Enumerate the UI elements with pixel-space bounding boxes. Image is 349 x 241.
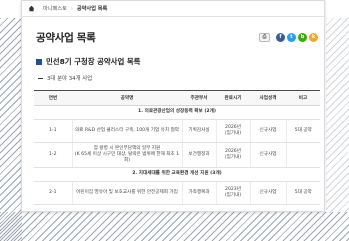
cell-dept: 기획감사실 [181, 119, 216, 143]
content-card: 마니페스토 › 공약사업 목록 공약사업 목록 ⎙ f t b k 민선8기 구… [21, 0, 325, 212]
background-hatch-right [326, 18, 349, 213]
cell-name: 암 왕병 시 본인부담액의 일부 지원 (K 65세 이상 시구민 대상, 탈락은… [71, 142, 182, 168]
category-label: 1. 의료관광산업의 성장동력 확보 (2개) [34, 105, 320, 120]
cell-dept: 가족행복과 [181, 181, 216, 205]
table-category-row: 1. 의료관광산업의 성장동력 확보 (2개) [34, 105, 320, 120]
cell-note: 5대 공약 [285, 181, 320, 205]
section-title-text: 민선8기 구청장 공약사업 목록 [46, 57, 141, 66]
twitter-icon[interactable]: t [287, 32, 296, 42]
header-num: 연번 [34, 90, 72, 106]
category-label: 2. 지대세대를 위한 교육환경 개선 지원 (3개) [34, 167, 320, 182]
cell-num: 1-1 [34, 119, 72, 143]
table-category-row: 2. 지대세대를 위한 교육환경 개선 지원 (3개) [34, 167, 320, 182]
cell-name-line2: (K 65세 이상 시구민 대상, 탈락은 범위에 한해 최초 1회) [74, 151, 180, 164]
background-hatch-left [0, 18, 22, 241]
print-icon[interactable]: ⎙ [259, 32, 270, 42]
cell-done-year: 2023년 [225, 186, 241, 192]
cell-note: 5대 공약 [285, 119, 320, 143]
kakao-icon[interactable]: k [309, 32, 318, 42]
header-type: 사업성격 [250, 90, 286, 106]
cell-done: 2023년 (임기내) [215, 181, 250, 205]
cell-name-line1: 암 왕병 시 본인부담액의 일부 지원 [93, 145, 161, 151]
cell-name: 의료 R&D 산업 클러스터 구축, 100개 기업 유치 협약 [71, 119, 182, 143]
pledge-table: 연번 공약명 주관부서 완료시기 사업성격 비고 1. 의료관광산업의 성장동력… [34, 90, 320, 205]
cell-done-term: (임기내) [224, 193, 242, 198]
cell-done-term: (임기내) [224, 131, 242, 136]
home-icon[interactable] [25, 3, 37, 15]
breadcrumb-item-manifesto[interactable]: 마니페스토 [43, 5, 67, 12]
cell-done: 2026년 (임기내) [215, 119, 250, 143]
sub-title: 3대 분야 34개 사업 [38, 74, 92, 82]
cell-type: 신규사업 [249, 181, 286, 205]
cell-done-term: (임기내) [224, 155, 242, 160]
cell-name: 어린이집 영유아 및 보호교사를 위한 안전공제회 가입 [71, 181, 182, 205]
header-note: 비고 [286, 90, 320, 106]
background-hatch-bottom [0, 212, 349, 241]
cell-num: 1-2 [34, 142, 72, 168]
cell-done-year: 2026년 [225, 148, 241, 154]
cell-dept: 보건행정과 [181, 142, 216, 168]
header-name: 공약명 [72, 90, 182, 106]
blog-icon[interactable]: b [298, 32, 307, 42]
cell-num: 2-1 [34, 181, 72, 205]
breadcrumb: 마니페스토 › 공약사업 목록 [22, 1, 324, 17]
table-row: 1-2 암 왕병 시 본인부담액의 일부 지원 (K 65세 이상 시구민 대상,… [34, 142, 320, 168]
cell-done-year: 2026년 [225, 124, 241, 130]
cell-type: 신규사업 [249, 142, 286, 168]
cell-note [285, 142, 320, 168]
table-header-row: 연번 공약명 주관부서 완료시기 사업성격 비고 [34, 90, 320, 106]
header-done: 완료시기 [216, 90, 250, 106]
facebook-icon[interactable]: f [276, 32, 285, 42]
table-row: 1-1 의료 R&D 산업 클러스터 구축, 100개 기업 유치 협약 기획감… [34, 119, 320, 143]
header-dept: 주관부서 [182, 90, 216, 106]
square-bullet-icon [36, 58, 42, 65]
breadcrumb-item-current[interactable]: 공약사업 목록 [77, 5, 107, 12]
table-row: 2-1 어린이집 영유아 및 보호교사를 위한 안전공제회 가입 가족행복과 2… [34, 181, 320, 205]
cell-type: 신규사업 [249, 119, 286, 143]
title-row: 공약사업 목록 ⎙ f t b k [36, 29, 318, 45]
sub-title-text: 3대 분야 34개 사업 [47, 76, 93, 82]
page-title: 공약사업 목록 [36, 31, 96, 44]
share-icons: ⎙ f t b k [259, 32, 318, 42]
cell-done: 2026년 (임기내) [215, 142, 250, 168]
chevron-right-icon: › [70, 5, 73, 12]
dash-bullet-icon [38, 77, 43, 79]
section-title: 민선8기 구청장 공약사업 목록 [36, 56, 140, 67]
